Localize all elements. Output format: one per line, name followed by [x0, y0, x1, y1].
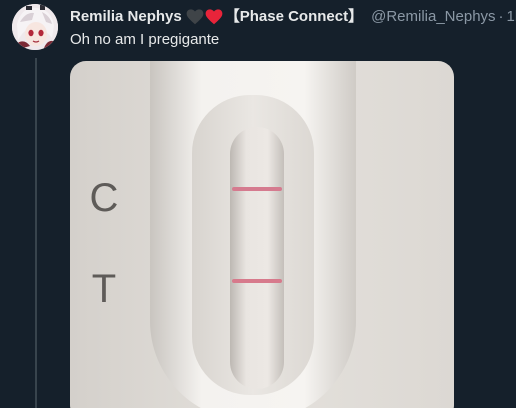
black-heart-icon	[186, 9, 204, 25]
affiliation-label[interactable]: 【Phase Connect】	[225, 6, 363, 28]
result-window	[230, 127, 284, 389]
pregnancy-test-photo: C T	[70, 61, 454, 408]
test-line	[232, 279, 282, 283]
control-line	[232, 187, 282, 191]
tweet[interactable]: Remilia Nephys 【Phase Connect】 @Remilia_…	[0, 0, 516, 408]
separator-dot: ·	[498, 8, 504, 25]
name-emojis	[186, 9, 223, 25]
avatar-image	[12, 4, 58, 50]
tweet-header: Remilia Nephys 【Phase Connect】 @Remilia_…	[70, 6, 516, 28]
user-handle[interactable]: @Remilia_Nephys	[371, 6, 495, 28]
tweet-media[interactable]: C T	[70, 61, 454, 408]
timestamp[interactable]: 1h	[507, 6, 516, 28]
test-label: T	[92, 267, 116, 311]
tweet-text: Oh no am I pregigante	[70, 31, 220, 48]
avatar[interactable]	[12, 4, 58, 50]
control-label: C	[90, 176, 119, 220]
red-heart-icon	[205, 9, 223, 25]
thread-line	[35, 58, 37, 408]
display-name[interactable]: Remilia Nephys	[70, 6, 182, 28]
